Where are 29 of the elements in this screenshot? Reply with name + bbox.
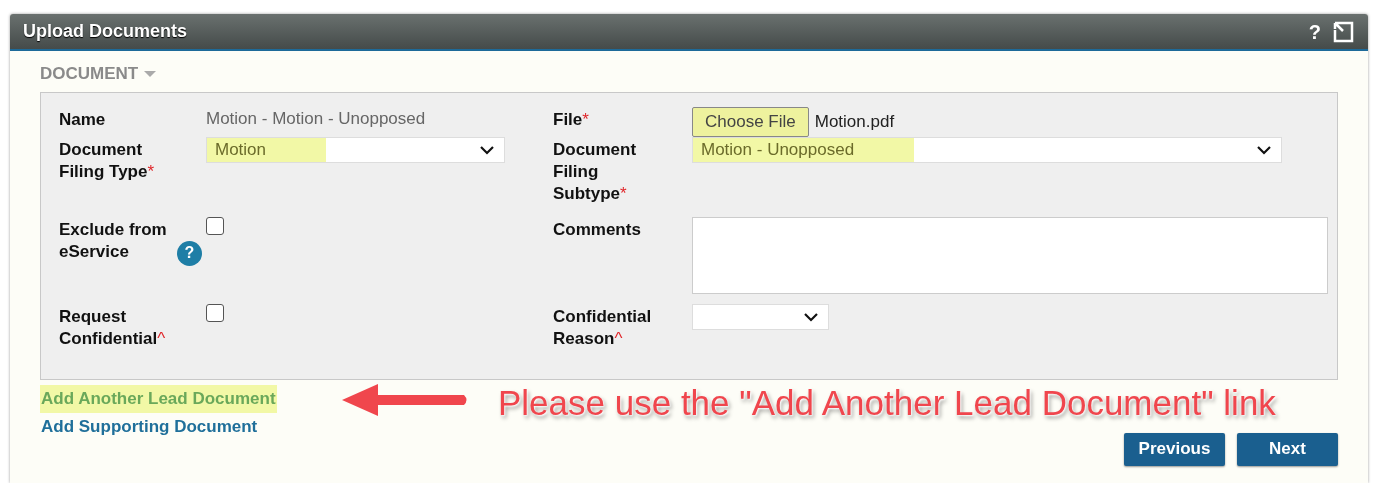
- field-label: File*: [553, 108, 589, 131]
- chevron-down-icon: [480, 144, 494, 155]
- field-label: Name: [59, 108, 106, 131]
- chevron-down-icon: [1257, 144, 1271, 155]
- annotation-text: Please use the "Add Another Lead Document" link: [498, 381, 1276, 424]
- help-icon[interactable]: ?: [177, 240, 202, 266]
- field-value: Motion - Motion - Unopposed: [206, 108, 426, 128]
- popout-icon[interactable]: [1333, 20, 1355, 43]
- field-label: Request Confidential^: [59, 305, 167, 350]
- dropdown-field[interactable]: Motion - Unopposed: [692, 136, 1282, 163]
- nav-button[interactable]: Previous: [1124, 432, 1225, 466]
- choose-file-button[interactable]: Choose File: [692, 106, 809, 137]
- checkbox[interactable]: [206, 303, 224, 322]
- chevron-down-icon: [804, 311, 818, 322]
- comments-field[interactable]: [692, 216, 1328, 294]
- checkbox[interactable]: [206, 216, 224, 235]
- field-label: Comments: [553, 218, 641, 241]
- link[interactable]: Add Supporting Document: [40, 412, 259, 441]
- field-label: Confidential Reason^: [553, 305, 653, 350]
- dropdown-field[interactable]: [692, 303, 829, 330]
- section-toggle[interactable]: DOCUMENT: [40, 61, 157, 87]
- dropdown-field[interactable]: Motion: [206, 136, 505, 163]
- file-name: Motion.pdf: [814, 110, 895, 133]
- window-title: Upload Documents: [23, 20, 187, 43]
- field-label: Document Filing Subtype*: [553, 138, 638, 205]
- help-button[interactable]: ?: [1308, 21, 1321, 42]
- field-label: Document Filing Type*: [59, 138, 156, 183]
- field-label: Exclude from eService: [59, 218, 168, 263]
- nav-button[interactable]: Next: [1237, 432, 1338, 466]
